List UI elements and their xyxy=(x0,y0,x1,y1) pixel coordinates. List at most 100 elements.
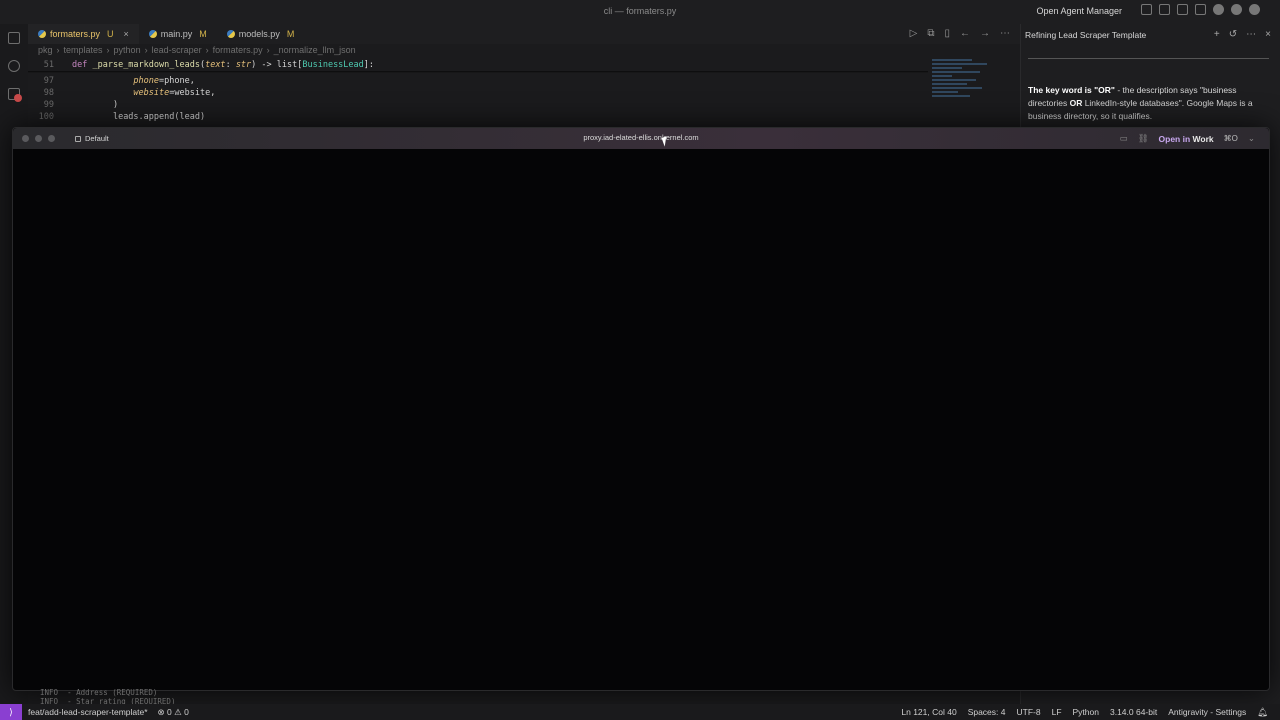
breadcrumb-separator: › xyxy=(106,45,110,55)
tab-status-badge: U xyxy=(107,29,114,39)
divider xyxy=(1028,58,1269,59)
code-token: ]: xyxy=(363,60,375,70)
tab-main-py[interactable]: main.py M xyxy=(139,24,217,44)
browser-toolbar: Default proxy.iad-elated-ellis.onkernel.… xyxy=(13,128,1269,149)
open-agent-manager-button[interactable]: Open Agent Manager xyxy=(1036,6,1122,16)
code-line[interactable]: 97 phone=phone, xyxy=(28,75,195,87)
history-icon[interactable]: ↺ xyxy=(1229,29,1237,40)
secondary-sidebar-icon[interactable] xyxy=(1195,4,1206,15)
code-token: BusinessLead xyxy=(302,60,364,70)
open-target-label: Work xyxy=(1192,133,1214,144)
more-actions-icon[interactable]: ⋯ xyxy=(1000,28,1010,39)
link-icon[interactable]: ⛓ xyxy=(1138,133,1149,144)
code-line[interactable]: 98 website=website, xyxy=(28,87,216,99)
code-token: leads.append(lead) xyxy=(112,112,206,122)
git-branch[interactable]: feat/add-lead-scraper-template* xyxy=(28,707,148,718)
code-line[interactable]: 51 def _parse_markdown_leads(text: str) -… xyxy=(28,59,374,71)
code-line[interactable]: 99 ) xyxy=(28,99,118,111)
breadcrumb-separator: › xyxy=(56,45,60,55)
terminal-line: INFO - Address (REQUIRED) xyxy=(40,688,158,697)
account-avatar-icon[interactable] xyxy=(1249,4,1260,15)
message-emphasis: OR xyxy=(1069,98,1083,108)
compare-icon[interactable]: ⧉ xyxy=(927,28,934,39)
explorer-icon[interactable] xyxy=(8,32,20,44)
breadcrumb-item[interactable]: python xyxy=(114,45,141,55)
code-token: website xyxy=(133,88,170,98)
chevron-down-icon[interactable]: ⌄ xyxy=(1248,133,1255,144)
close-icon[interactable]: × xyxy=(1265,29,1271,40)
tab-label: formaters.py xyxy=(50,29,101,39)
code-token: phone xyxy=(133,76,160,86)
indentation[interactable]: Spaces: 4 xyxy=(968,707,1006,718)
breadcrumb-item[interactable]: lead-scraper xyxy=(152,45,202,55)
breadcrumb-item[interactable]: templates xyxy=(64,45,103,55)
code-token: : xyxy=(225,60,236,70)
browser-actions: ▭ ⛓ Open in Work ⌘O ⌄ xyxy=(1120,133,1255,144)
code-editor[interactable]: 51 def _parse_markdown_leads(text: str) -… xyxy=(28,57,928,123)
line-number: 100 xyxy=(38,112,54,122)
extensions-icon[interactable] xyxy=(1213,4,1224,15)
status-bar: ⟩ feat/add-lead-scraper-template* ⊗ 0 ⚠ … xyxy=(0,704,1280,720)
editor-actions: ▷ ⧉ ▯ ← → ⋯ xyxy=(910,28,1010,39)
python-file-icon xyxy=(148,30,157,38)
titlebar-icons xyxy=(1141,4,1260,15)
split-editor-icon[interactable]: ▯ xyxy=(944,28,950,39)
add-icon[interactable]: + xyxy=(1214,29,1220,40)
python-interpreter[interactable]: 3.14.0 64-bit xyxy=(1110,707,1157,718)
code-token: =website, xyxy=(169,88,216,98)
screen-icon[interactable]: ▭ xyxy=(1120,133,1128,144)
minimap[interactable] xyxy=(932,57,1002,121)
run-icon[interactable]: ▷ xyxy=(910,28,918,39)
sidebar-toggle-icon[interactable] xyxy=(1159,4,1170,15)
code-line[interactable]: 100 leads.append(lead) xyxy=(28,111,205,123)
code-token: list[ xyxy=(276,60,303,70)
cursor-position[interactable]: Ln 121, Col 40 xyxy=(901,707,956,718)
url-bar[interactable]: proxy.iad-elated-ellis.onkernel.com xyxy=(13,133,1269,142)
agent-panel-actions: + ↺ ⋯ × xyxy=(1214,29,1271,40)
notifications-bell-icon[interactable]: 🔔︎ xyxy=(1257,707,1268,718)
line-number: 99 xyxy=(43,100,54,110)
python-file-icon xyxy=(38,30,46,38)
back-arrow-icon[interactable]: ← xyxy=(960,28,970,39)
line-number: 98 xyxy=(43,88,54,98)
tab-label: main.py xyxy=(160,29,193,39)
tab-status-badge: M xyxy=(199,29,207,39)
panel-toggle-icon[interactable] xyxy=(1177,4,1188,15)
breadcrumb-item[interactable]: pkg xyxy=(38,45,53,55)
encoding[interactable]: UTF-8 xyxy=(1017,707,1041,718)
app-settings[interactable]: Antigravity - Settings xyxy=(1168,707,1246,718)
breadcrumb-item[interactable]: formaters.py xyxy=(213,45,263,55)
python-file-icon xyxy=(226,30,235,38)
sticky-scroll-shadow xyxy=(28,71,928,73)
source-control-badge xyxy=(14,94,22,102)
problems-count[interactable]: ⊗ 0 ⚠ 0 xyxy=(158,707,189,718)
breadcrumb-separator: › xyxy=(266,45,270,55)
line-endings[interactable]: LF xyxy=(1052,707,1062,718)
code-token: =phone, xyxy=(159,76,195,86)
agent-panel-title: Refining Lead Scraper Template xyxy=(1025,30,1147,40)
code-token: ) -> xyxy=(251,60,277,70)
layout-icon[interactable] xyxy=(1141,4,1152,15)
code-token: text xyxy=(205,60,226,70)
breadcrumb-separator: › xyxy=(144,45,148,55)
forward-arrow-icon[interactable]: → xyxy=(980,28,990,39)
remote-indicator-icon[interactable]: ⟩ xyxy=(0,704,22,720)
browser-preview-window[interactable]: Default proxy.iad-elated-ellis.onkernel.… xyxy=(12,127,1270,691)
language-mode[interactable]: Python xyxy=(1073,707,1099,718)
more-icon[interactable]: ⋯ xyxy=(1246,29,1256,40)
settings-gear-icon[interactable] xyxy=(1231,4,1242,15)
breadcrumb-separator: › xyxy=(205,45,209,55)
close-icon[interactable]: × xyxy=(124,29,129,39)
search-icon[interactable] xyxy=(8,60,20,72)
line-number: 51 xyxy=(43,60,54,70)
breadcrumb-item[interactable]: _normalize_llm_json xyxy=(274,45,356,55)
code-token: _parse_markdown_leads xyxy=(92,60,200,70)
code-token: def xyxy=(72,60,93,70)
open-in-work-button[interactable]: Open in Work xyxy=(1159,134,1214,144)
tab-label: models.py xyxy=(238,29,280,39)
code-token: ) xyxy=(112,100,119,110)
tab-formaters-py[interactable]: formaters.py U × xyxy=(28,24,139,44)
breadcrumb: pkg › templates › python › lead-scraper › format… xyxy=(38,45,356,55)
tab-models-py[interactable]: models.py M xyxy=(217,24,305,44)
tab-status-badge: M xyxy=(286,29,295,39)
